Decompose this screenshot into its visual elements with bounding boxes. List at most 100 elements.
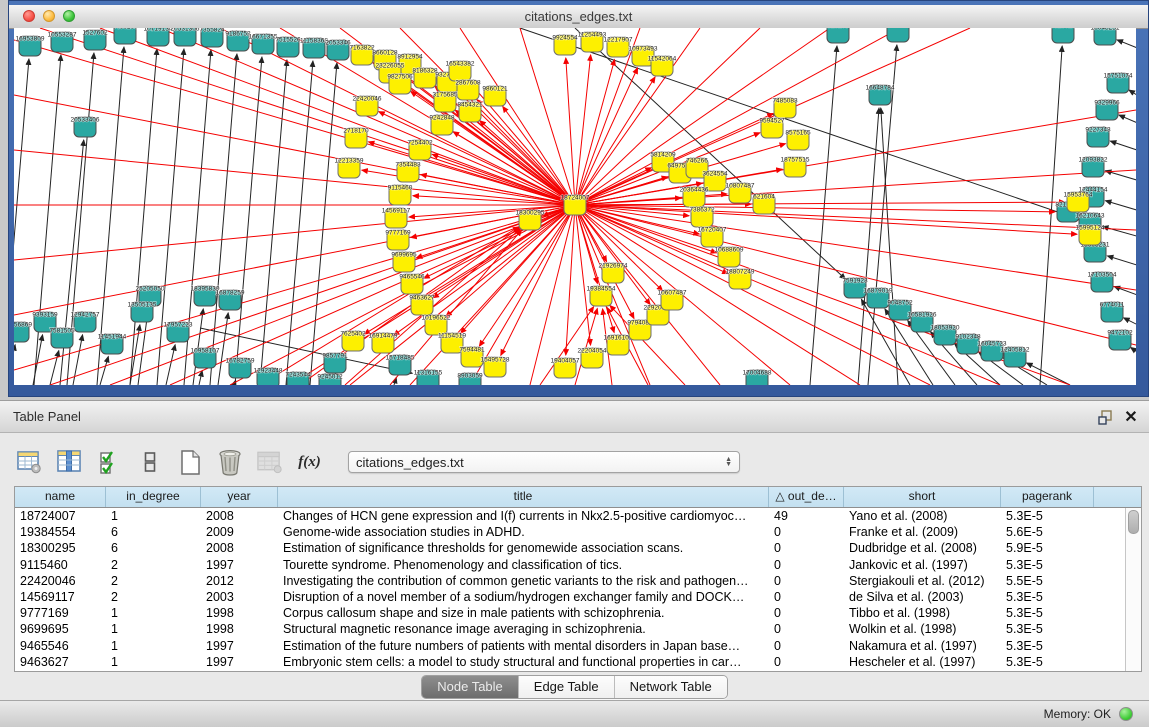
table-cell: 9115460 xyxy=(15,557,106,573)
table-row[interactable]: 911546021997Tourette syndrome. Phenomeno… xyxy=(15,557,1125,573)
graph-edge xyxy=(286,61,313,385)
table-cell: 1997 xyxy=(201,638,278,654)
graph-node-label: 7485083 xyxy=(772,98,798,105)
float-panel-button[interactable] xyxy=(1095,407,1115,427)
table-cell: Hescheler et al. (1997) xyxy=(844,654,1001,670)
scrollbar-thumb[interactable] xyxy=(1128,510,1139,534)
graph-edge xyxy=(14,205,575,260)
tab-edge-table[interactable]: Edge Table xyxy=(518,676,614,698)
table-cell: 0 xyxy=(769,540,844,556)
column-header-short[interactable]: short xyxy=(844,487,1001,507)
table-cell: 1 xyxy=(106,605,201,621)
graph-edge xyxy=(1027,363,1070,385)
graph-node-label: 12217907 xyxy=(604,37,633,44)
new-column-button[interactable] xyxy=(176,448,203,476)
table-cell: Yano et al. (2008) xyxy=(844,508,1001,524)
table-cell: 0 xyxy=(769,589,844,605)
graph-node-label: 746266 xyxy=(686,158,708,165)
table-cell: 0 xyxy=(769,557,844,573)
rows-icon xyxy=(143,449,157,475)
table-row[interactable]: 1830029562008Estimation of significance … xyxy=(15,540,1125,556)
graph-edge xyxy=(1107,256,1136,266)
table-options-button[interactable] xyxy=(16,448,43,476)
table-cell: 2003 xyxy=(201,589,278,605)
table-tabs-row: Node Table Edge Table Network Table xyxy=(0,675,1149,699)
table-cell: 5.3E-5 xyxy=(1001,605,1094,621)
graph-node-label: 9594527 xyxy=(759,118,785,125)
column-header-out_degree[interactable]: △ out_de… xyxy=(769,487,844,507)
graph-canvas[interactable]: 1695380910553287152760264661601071913420… xyxy=(14,28,1136,385)
graph-node[interactable] xyxy=(887,28,909,42)
table-row[interactable]: 1938455462009Genome-wide association stu… xyxy=(15,524,1125,540)
select-all-button[interactable] xyxy=(96,448,123,476)
table-dropdown[interactable]: citations_edges.txt ▲▼ xyxy=(348,451,740,473)
graph-node-label: 8454321 xyxy=(457,102,483,109)
column-header-title[interactable]: title xyxy=(278,487,769,507)
graph-node-label: 16879019 xyxy=(864,288,893,295)
graph-node-label: 6466160 xyxy=(112,28,138,31)
graph-node[interactable] xyxy=(1052,28,1074,43)
column-header-pagerank[interactable]: pagerank xyxy=(1001,487,1094,507)
table-row[interactable]: 1456911722003Disruption of a novel membe… xyxy=(15,589,1125,605)
table-cell: 5.5E-5 xyxy=(1001,573,1094,589)
table-cell: 5.3E-5 xyxy=(1001,557,1094,573)
function-builder-button[interactable]: f(x) xyxy=(296,448,323,476)
import-table-button[interactable] xyxy=(256,448,283,476)
graph-node-label: 15718485 xyxy=(386,355,415,362)
graph-edge xyxy=(520,28,1078,219)
table-row[interactable]: 946554611997Estimation of the future num… xyxy=(15,638,1125,654)
table-cell: Structural magnetic resonance image aver… xyxy=(278,621,769,637)
table-row[interactable]: 1872400712008Changes of HCN gene express… xyxy=(15,508,1125,524)
table-cell: Changes of HCN gene expression and I(f) … xyxy=(278,508,769,524)
graph-edge xyxy=(575,202,1065,205)
graph-node-label: 2867608 xyxy=(455,80,481,87)
graph-node-label: 16782759 xyxy=(226,358,255,365)
table-cell: Investigating the contribution of common… xyxy=(278,573,769,589)
table-cell: 18300295 xyxy=(15,540,106,556)
tab-node-table[interactable]: Node Table xyxy=(422,676,518,698)
select-rows-button[interactable] xyxy=(136,448,163,476)
show-columns-button[interactable] xyxy=(56,448,83,476)
column-header-in_degree[interactable]: in_degree xyxy=(106,487,201,507)
close-panel-button[interactable]: ✕ xyxy=(1121,407,1141,427)
table-scrollbar[interactable] xyxy=(1125,508,1141,671)
graph-node-label: 9924554 xyxy=(552,35,578,42)
screen: citations_edges.txt 16953809105532871527… xyxy=(0,0,1149,727)
graph-edge xyxy=(1124,318,1136,326)
delete-column-button[interactable] xyxy=(216,448,243,476)
graph-node-label: 23226055 xyxy=(376,63,405,70)
table-cell: Stergiakouli et al. (2012) xyxy=(844,573,1001,589)
table-column-icon xyxy=(57,449,83,475)
table-cell: 5.3E-5 xyxy=(1001,621,1094,637)
graph-node-label: 9329966 xyxy=(1094,100,1120,107)
graph-node-label: 20533406 xyxy=(71,117,100,124)
table-cell: 9699695 xyxy=(15,621,106,637)
graph-node[interactable] xyxy=(827,28,849,43)
graph-edge xyxy=(166,345,175,385)
table-row[interactable]: 946362711997Embryonic stem cells: a mode… xyxy=(15,654,1125,670)
graph-node-label: 12213359 xyxy=(335,158,364,165)
graph-node-label: 18300295 xyxy=(516,210,545,217)
table-cell: de Silva et al. (2003) xyxy=(844,589,1001,605)
graph-node-label: 18724007 xyxy=(561,195,590,202)
graph-node-label: 10581926 xyxy=(908,312,937,319)
table-row[interactable]: 969969511998Structural magnetic resonanc… xyxy=(15,621,1125,637)
graph-edge xyxy=(218,313,228,385)
table-cell: Embryonic stem cells: a model to study s… xyxy=(278,654,769,670)
table-row[interactable]: 977716911998Corpus callosum shape and si… xyxy=(15,605,1125,621)
graph-node-label: 7163822 xyxy=(349,45,375,52)
table-row[interactable]: 2242004622012Investigating the contribut… xyxy=(15,573,1125,589)
table-cell: Dudbridge et al. (2008) xyxy=(844,540,1001,556)
graph-node-label: 16720407 xyxy=(698,227,727,234)
window-titlebar: citations_edges.txt xyxy=(9,5,1148,29)
column-header-name[interactable]: name xyxy=(15,487,106,507)
graph-node-label: 7243544 xyxy=(285,372,311,379)
graph-node-label: 16914479 xyxy=(369,333,398,340)
table-tabs: Node Table Edge Table Network Table xyxy=(421,675,728,699)
graph-node-label: 15495728 xyxy=(481,357,510,364)
column-header-year[interactable]: year xyxy=(201,487,278,507)
table-cell: Estimation of significance thresholds fo… xyxy=(278,540,769,556)
graph-node-label: 16916102 xyxy=(604,335,633,342)
tab-network-table[interactable]: Network Table xyxy=(614,676,727,698)
graph-node-label: 7386372 xyxy=(689,207,715,214)
